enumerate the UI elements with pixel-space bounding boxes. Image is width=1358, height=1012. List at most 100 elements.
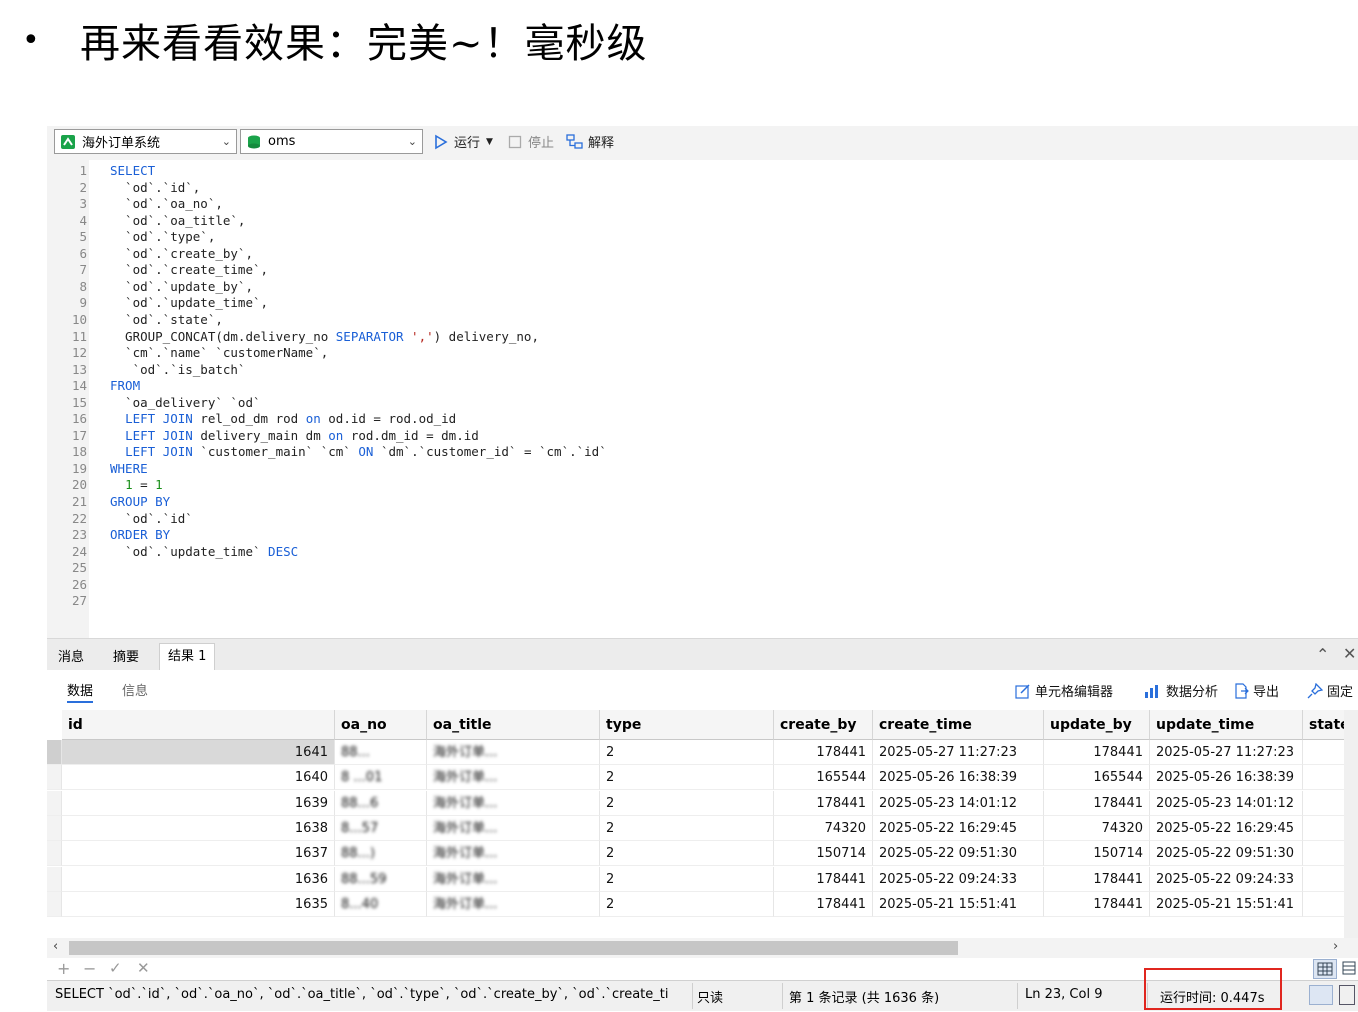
panel-split-icon[interactable] [1339, 985, 1355, 1005]
table-cell-oa-no[interactable]: 88...59 [335, 866, 427, 892]
table-cell-oa-no[interactable]: 88... [335, 740, 427, 765]
table-cell-oa-title[interactable]: 海外订单... [427, 841, 600, 867]
table-cell-oa-no[interactable]: 8...40 [335, 891, 427, 917]
table-cell-id[interactable]: 1640 [62, 765, 335, 791]
table-cell-oa-no[interactable]: 88...) [335, 841, 427, 867]
table-cell-id[interactable]: 1636 [62, 866, 335, 892]
explain-button[interactable]: 解释 [566, 132, 614, 151]
table-cell-oa-no[interactable]: 8...57 [335, 815, 427, 841]
scroll-right-icon[interactable]: › [1333, 939, 1338, 954]
table-cell-update-time[interactable]: 2025-05-22 09:51:30 [1150, 841, 1303, 867]
table-cell-state[interactable] [1303, 815, 1348, 841]
table-cell-oa-title[interactable]: 海外订单... [427, 765, 600, 791]
col-header-id[interactable]: id [62, 710, 335, 740]
table-cell-oa-title[interactable]: 海外订单... [427, 891, 600, 917]
database-select[interactable]: oms ⌄ [240, 129, 423, 154]
table-cell-create-time[interactable]: 2025-05-22 09:24:33 [873, 866, 1044, 892]
table-cell-update-by[interactable]: 178441 [1044, 740, 1150, 765]
table-cell-type[interactable]: 2 [600, 765, 774, 791]
cell-editor-button[interactable]: 单元格编辑器 [1015, 681, 1113, 700]
close-icon[interactable]: ✕ [1343, 644, 1356, 663]
result-grid[interactable]: id oa_no oa_title type create_by create_… [47, 710, 1358, 940]
col-header-state[interactable]: state [1303, 710, 1348, 740]
run-dropdown-icon[interactable]: ▼ [486, 137, 493, 147]
table-cell-type[interactable]: 2 [600, 815, 774, 841]
table-cell-create-by[interactable]: 178441 [774, 891, 873, 917]
table-cell-create-time[interactable]: 2025-05-26 16:38:39 [873, 765, 1044, 791]
table-cell-create-by[interactable]: 178441 [774, 866, 873, 892]
table-cell-type[interactable]: 2 [600, 841, 774, 867]
horizontal-scrollbar[interactable]: ‹ › [47, 938, 1358, 958]
table-cell-type[interactable]: 2 [600, 740, 774, 765]
table-cell-id[interactable]: 1637 [62, 841, 335, 867]
table-cell-state[interactable] [1303, 740, 1348, 765]
col-header-create-time[interactable]: create_time [873, 710, 1044, 740]
table-cell-update-time[interactable]: 2025-05-23 14:01:12 [1150, 790, 1303, 816]
row-selector[interactable] [47, 790, 62, 816]
table-cell-create-time[interactable]: 2025-05-27 11:27:23 [873, 740, 1044, 765]
col-header-create-by[interactable]: create_by [774, 710, 873, 740]
row-selector[interactable] [47, 841, 62, 867]
table-cell-create-time[interactable]: 2025-05-23 14:01:12 [873, 790, 1044, 816]
table-cell-update-time[interactable]: 2025-05-22 09:24:33 [1150, 866, 1303, 892]
tab-result-1[interactable]: 结果 1 [159, 643, 216, 670]
table-cell-type[interactable]: 2 [600, 790, 774, 816]
subtab-data[interactable]: 数据 [67, 680, 94, 703]
apply-icon[interactable]: ✓ [109, 959, 122, 977]
discard-icon[interactable]: ✕ [137, 959, 150, 977]
table-cell-create-by[interactable]: 74320 [774, 815, 873, 841]
row-selector[interactable] [47, 815, 62, 841]
table-cell-id[interactable]: 1641 [62, 740, 335, 765]
horizontal-scroll-thumb[interactable] [69, 941, 958, 955]
col-header-type[interactable]: type [600, 710, 774, 740]
table-cell-state[interactable] [1303, 790, 1348, 816]
table-cell-id[interactable]: 1638 [62, 815, 335, 841]
table-cell-create-by[interactable]: 178441 [774, 790, 873, 816]
table-cell-create-by[interactable]: 150714 [774, 841, 873, 867]
table-cell-oa-no[interactable]: 88...6 [335, 790, 427, 816]
table-cell-create-time[interactable]: 2025-05-22 16:29:45 [873, 815, 1044, 841]
col-header-update-by[interactable]: update_by [1044, 710, 1150, 740]
table-cell-state[interactable] [1303, 765, 1348, 791]
tab-summary[interactable]: 摘要 [105, 645, 147, 671]
row-selector[interactable] [47, 866, 62, 892]
table-cell-id[interactable]: 1635 [62, 891, 335, 917]
table-cell-type[interactable]: 2 [600, 891, 774, 917]
col-header-oa-no[interactable]: oa_no [335, 710, 427, 740]
table-cell-oa-title[interactable]: 海外订单... [427, 866, 600, 892]
row-selector[interactable] [47, 765, 62, 791]
panel-layout-icon[interactable] [1309, 985, 1333, 1005]
table-cell-create-by[interactable]: 178441 [774, 740, 873, 765]
connection-select[interactable]: 海外订单系统 ⌄ [54, 129, 237, 154]
table-cell-update-time[interactable]: 2025-05-27 11:27:23 [1150, 740, 1303, 765]
table-cell-update-time[interactable]: 2025-05-26 16:38:39 [1150, 765, 1303, 791]
table-cell-oa-title[interactable]: 海外订单... [427, 740, 600, 765]
table-cell-update-by[interactable]: 150714 [1044, 841, 1150, 867]
stop-button[interactable]: 停止 [508, 132, 554, 151]
col-header-update-time[interactable]: update_time [1150, 710, 1303, 740]
pin-button[interactable]: 固定 [1307, 681, 1353, 700]
tab-messages[interactable]: 消息 [50, 645, 92, 671]
export-button[interactable]: 导出 [1233, 681, 1279, 700]
delete-row-icon[interactable]: − [83, 959, 96, 978]
table-cell-update-by[interactable]: 178441 [1044, 866, 1150, 892]
table-cell-state[interactable] [1303, 891, 1348, 917]
analysis-button[interactable]: 数据分析 [1144, 681, 1218, 700]
vertical-scrollbar[interactable] [1344, 710, 1358, 940]
table-cell-update-time[interactable]: 2025-05-22 16:29:45 [1150, 815, 1303, 841]
table-cell-update-by[interactable]: 74320 [1044, 815, 1150, 841]
row-selector[interactable] [47, 891, 62, 917]
table-cell-update-by[interactable]: 178441 [1044, 790, 1150, 816]
col-header-oa-title[interactable]: oa_title [427, 710, 600, 740]
table-cell-create-by[interactable]: 165544 [774, 765, 873, 791]
form-view-icon[interactable] [1340, 959, 1358, 979]
table-cell-oa-title[interactable]: 海外订单... [427, 815, 600, 841]
table-cell-state[interactable] [1303, 841, 1348, 867]
add-row-icon[interactable]: + [57, 959, 70, 978]
row-selector[interactable] [47, 740, 62, 765]
subtab-info[interactable]: 信息 [122, 680, 148, 699]
sql-editor[interactable]: 1 SELECT 2 `od`.`id`, 3 `od`.`oa_no`, 4 `od`… [47, 160, 1358, 638]
table-cell-state[interactable] [1303, 866, 1348, 892]
table-cell-create-time[interactable]: 2025-05-22 09:51:30 [873, 841, 1044, 867]
table-cell-create-time[interactable]: 2025-05-21 15:51:41 [873, 891, 1044, 917]
